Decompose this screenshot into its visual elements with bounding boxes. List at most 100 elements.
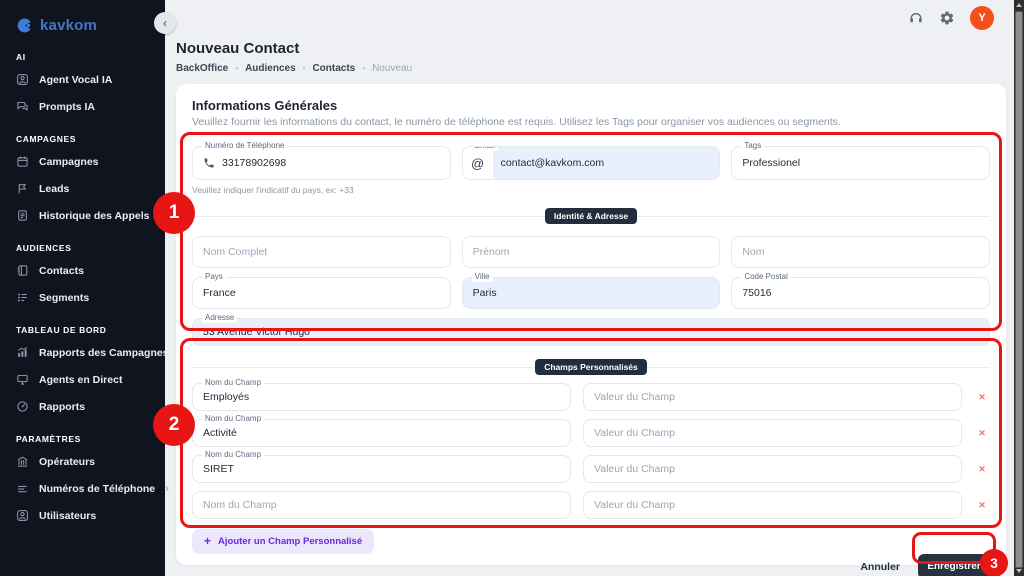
save-button[interactable]: Enregistrer xyxy=(918,554,990,576)
cancel-button[interactable]: Annuler xyxy=(856,555,904,576)
chevron-left-icon: ‹ xyxy=(163,16,167,30)
custom-name-field[interactable]: Nom du Champ xyxy=(192,455,571,483)
email-field[interactable]: Email @ xyxy=(462,146,721,180)
nom-complet-input[interactable] xyxy=(203,246,440,258)
document-icon xyxy=(16,209,29,222)
identity-divider: Identité & Adresse xyxy=(192,208,990,224)
sidebar-section-ai: AI xyxy=(16,52,165,62)
contacts-book-icon xyxy=(16,264,29,277)
sidebar-item-numeros-telephone[interactable]: Numéros de Téléphone › xyxy=(0,475,165,502)
brand-logo-text: kavkom xyxy=(40,17,97,34)
sidebar-item-label: Utilisateurs xyxy=(39,510,96,522)
custom-value-input[interactable] xyxy=(594,499,951,511)
custom-name-label: Nom du Champ xyxy=(202,450,264,460)
nom-field[interactable] xyxy=(731,236,990,268)
avatar-initial: Y xyxy=(978,12,985,24)
phone-input[interactable] xyxy=(222,157,440,169)
scroll-up-icon[interactable] xyxy=(1016,3,1022,7)
sidebar-item-segments[interactable]: Segments xyxy=(0,284,165,311)
custom-name-input[interactable] xyxy=(203,427,560,439)
dot-separator-icon: • xyxy=(362,64,365,73)
sidebar-item-label: Historique des Appels xyxy=(39,210,149,222)
custom-name-input[interactable] xyxy=(203,499,560,511)
sidebar-section-parametres: PARAMÈTRES xyxy=(16,434,165,444)
sidebar-item-utilisateurs[interactable]: Utilisateurs xyxy=(0,502,165,529)
breadcrumb-contacts[interactable]: Contacts xyxy=(312,63,355,74)
scroll-down-icon[interactable] xyxy=(1016,569,1022,573)
tags-input[interactable] xyxy=(742,157,979,169)
prenom-input[interactable] xyxy=(473,246,710,258)
phone-field-label: Numéro de Téléphone xyxy=(202,141,287,151)
headset-icon[interactable] xyxy=(908,10,924,26)
email-input[interactable] xyxy=(501,157,712,169)
identity-badge: Identité & Adresse xyxy=(545,208,637,224)
sidebar-item-historique-appels[interactable]: Historique des Appels xyxy=(0,202,165,229)
phone-helper-text: Veuillez indiquer l'indicatif du pays, e… xyxy=(192,185,990,195)
code-postal-field[interactable]: Code Postal xyxy=(731,277,990,309)
scrollbar[interactable] xyxy=(1014,0,1024,576)
calendar-icon xyxy=(16,155,29,168)
nom-complet-field[interactable] xyxy=(192,236,451,268)
adresse-field-label: Adresse xyxy=(202,313,237,323)
sidebar-item-label: Rapports des Campagnes xyxy=(39,347,169,359)
pays-input[interactable] xyxy=(203,287,440,299)
sidebar-item-label: Leads xyxy=(39,183,69,195)
user-avatar[interactable]: Y xyxy=(970,6,994,30)
sidebar-item-agents-en-direct[interactable]: Agents en Direct xyxy=(0,366,165,393)
sidebar-collapse-button[interactable]: ‹ xyxy=(154,12,176,34)
custom-value-field[interactable] xyxy=(583,419,962,447)
code-postal-input[interactable] xyxy=(742,287,979,299)
custom-name-input[interactable] xyxy=(203,391,560,403)
remove-field-icon[interactable]: ✕ xyxy=(974,428,990,439)
custom-name-field[interactable] xyxy=(192,491,571,519)
custom-value-field[interactable] xyxy=(583,491,962,519)
dot-separator-icon: • xyxy=(303,64,306,73)
adresse-input[interactable] xyxy=(203,326,979,338)
custom-field-row: ✕ xyxy=(192,491,990,519)
scrollbar-thumb[interactable] xyxy=(1015,11,1023,568)
ville-input[interactable] xyxy=(473,287,710,299)
prenom-field[interactable] xyxy=(462,236,721,268)
sidebar-item-label: Segments xyxy=(39,292,89,304)
brand-logo[interactable]: kavkom xyxy=(0,12,165,38)
ville-field[interactable]: Ville xyxy=(462,277,721,309)
custom-fields-badge: Champs Personnalisés xyxy=(535,359,647,375)
custom-name-field[interactable]: Nom du Champ xyxy=(192,383,571,411)
sidebar-item-label: Agents en Direct xyxy=(39,374,122,386)
remove-field-icon[interactable]: ✕ xyxy=(974,392,990,403)
form-section-title: Informations Générales xyxy=(192,98,990,113)
custom-value-input[interactable] xyxy=(594,427,951,439)
breadcrumb: BackOffice • Audiences • Contacts • Nouv… xyxy=(176,62,1006,74)
sidebar-item-operateurs[interactable]: Opérateurs xyxy=(0,448,165,475)
custom-value-input[interactable] xyxy=(594,391,951,403)
remove-field-icon[interactable]: ✕ xyxy=(974,500,990,511)
remove-field-icon[interactable]: ✕ xyxy=(974,464,990,475)
sidebar-item-rapports-campagnes[interactable]: Rapports des Campagnes xyxy=(0,339,165,366)
custom-value-field[interactable] xyxy=(583,383,962,411)
form-section-subtitle: Veuillez fournir les informations du con… xyxy=(192,116,990,128)
sidebar-item-rapports[interactable]: Rapports xyxy=(0,393,165,420)
breadcrumb-backoffice[interactable]: BackOffice xyxy=(176,63,228,74)
sidebar-item-campagnes[interactable]: Campagnes xyxy=(0,148,165,175)
sidebar-section-campagnes: CAMPAGNES xyxy=(16,134,165,144)
custom-name-input[interactable] xyxy=(203,463,560,475)
phone-field[interactable]: Numéro de Téléphone xyxy=(192,146,451,180)
pays-field[interactable]: Pays xyxy=(192,277,451,309)
tags-field[interactable]: Tags xyxy=(731,146,990,180)
custom-value-input[interactable] xyxy=(594,463,951,475)
sidebar-item-label: Rapports xyxy=(39,401,85,413)
gear-icon[interactable] xyxy=(939,10,955,26)
breadcrumb-audiences[interactable]: Audiences xyxy=(245,63,296,74)
custom-value-field[interactable] xyxy=(583,455,962,483)
user-badge-icon xyxy=(16,509,29,522)
sidebar-item-label: Agent Vocal IA xyxy=(39,74,112,86)
sidebar-item-leads[interactable]: Leads xyxy=(0,175,165,202)
nom-input[interactable] xyxy=(742,246,979,258)
sidebar-item-prompts-ia[interactable]: Prompts IA xyxy=(0,93,165,120)
add-custom-field-label: Ajouter un Champ Personnalisé xyxy=(218,536,362,547)
custom-name-field[interactable]: Nom du Champ xyxy=(192,419,571,447)
add-custom-field-button[interactable]: + Ajouter un Champ Personnalisé xyxy=(192,529,374,554)
sidebar-item-agent-vocal-ia[interactable]: Agent Vocal IA xyxy=(0,66,165,93)
adresse-field[interactable]: Adresse xyxy=(192,318,990,346)
sidebar-item-contacts[interactable]: Contacts xyxy=(0,257,165,284)
